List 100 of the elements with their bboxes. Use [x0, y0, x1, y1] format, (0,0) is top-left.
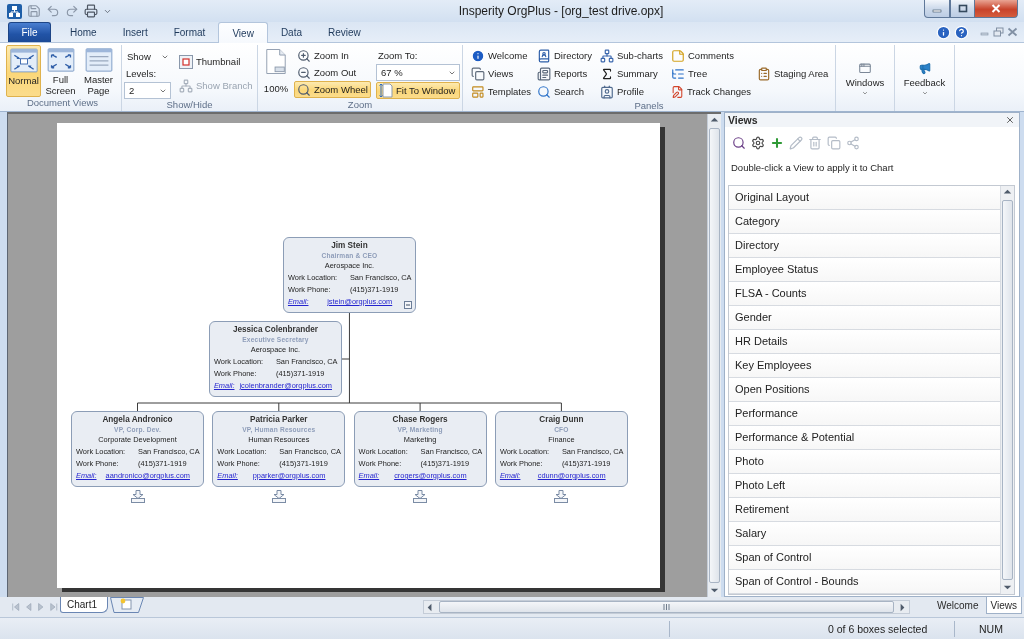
layout-icon	[471, 84, 485, 99]
zoom-in-icon	[297, 48, 311, 63]
clipboard-icon	[757, 66, 771, 81]
app-logo-icon	[7, 3, 22, 19]
levels-select[interactable]: 2	[124, 82, 171, 99]
save-icon[interactable]	[27, 4, 41, 18]
close-button[interactable]	[975, 0, 1018, 18]
expand-icon[interactable]	[413, 490, 428, 503]
contact-card-icon	[600, 84, 614, 99]
expand-icon[interactable]	[554, 490, 569, 503]
vertical-scrollbar[interactable]	[1000, 186, 1014, 594]
info-icon	[471, 48, 485, 63]
panel-button[interactable]: Summary	[597, 65, 668, 82]
caret-icon	[920, 89, 929, 96]
plus-icon[interactable]	[770, 135, 784, 150]
levels-label: Levels:	[125, 67, 157, 81]
close-icon[interactable]	[1007, 27, 1018, 37]
redo-icon[interactable]	[65, 4, 79, 18]
scrollbar-thumb[interactable]	[439, 601, 894, 613]
actual-size-button[interactable]: 100%	[260, 45, 292, 97]
fit-to-window-button[interactable]: Fit To Window	[376, 82, 460, 99]
selection-status: 0 of 6 boxes selected	[669, 620, 954, 637]
node-name: Angela Andronico	[101, 415, 174, 425]
help-icon[interactable]	[954, 24, 969, 40]
scrollbar-thumb[interactable]	[1002, 200, 1013, 580]
panel-tab[interactable]: Welcome	[932, 597, 984, 614]
ribbon-tab[interactable]: Review	[315, 22, 374, 42]
zoom-in-button[interactable]: Zoom In	[294, 47, 374, 64]
panel-button[interactable]: Staging Area	[754, 65, 832, 82]
undo-icon[interactable]	[46, 4, 60, 18]
collapse-icon[interactable]	[403, 301, 412, 309]
grip-icon	[663, 604, 670, 610]
panel-tab[interactable]: Views	[985, 597, 1022, 614]
group-label: Document Views	[25, 97, 100, 110]
newspaper-icon	[537, 66, 551, 81]
ribbon-tab[interactable]: View	[218, 22, 268, 43]
panel-button[interactable]: Tree	[668, 65, 754, 82]
caret-icon	[861, 89, 869, 96]
group-label: Zoom	[346, 99, 374, 111]
panel-button[interactable]: Comments	[668, 47, 754, 64]
num-lock-indicator: NUM	[954, 620, 1020, 637]
ribbon-tab[interactable]: Format	[160, 22, 219, 42]
panel-button[interactable]: Reports	[534, 65, 597, 82]
horizontal-scrollbar[interactable]	[423, 600, 910, 614]
sigma-icon	[600, 66, 614, 81]
panel-button[interactable]: Profile	[597, 83, 668, 100]
close-icon[interactable]	[1005, 115, 1015, 125]
file-menu-tab[interactable]: File	[8, 22, 51, 42]
sticky-note-icon	[671, 48, 685, 63]
ribbon-tab[interactable]: Data	[267, 22, 315, 42]
view-mode-button[interactable]: Master Page	[80, 45, 117, 97]
new-sheet-icon[interactable]	[110, 597, 144, 613]
node-name: Jim Stein	[330, 241, 369, 251]
expand-icon[interactable]	[271, 490, 286, 503]
vertical-scrollbar[interactable]	[707, 114, 721, 597]
tree-list-icon	[671, 66, 685, 81]
thumbnail-button[interactable]: Thumbnail	[176, 53, 256, 70]
ribbon-tab[interactable]: Insert	[109, 22, 161, 42]
view-mode-button[interactable]: Full Screen	[43, 45, 78, 97]
ribbon-tab[interactable]: Home	[57, 22, 110, 42]
scrollbar-thumb[interactable]	[709, 128, 720, 583]
zoom-out-icon	[297, 65, 311, 80]
panel-button[interactable]: Welcome	[468, 47, 534, 64]
group-label: Panels	[633, 100, 665, 112]
thumbnail-icon	[179, 54, 193, 69]
zoom-select[interactable]: 67 %	[376, 64, 460, 81]
page-pencil-icon	[671, 84, 684, 99]
zoom-out-button[interactable]: Zoom Out	[294, 64, 374, 81]
panel-button[interactable]: Sub-charts	[597, 47, 668, 64]
pages-icon	[471, 66, 485, 81]
feedback-button[interactable]: Feedback	[897, 45, 952, 97]
show-dropdown[interactable]: Show	[124, 48, 172, 65]
panel-title: Views	[728, 114, 758, 126]
page-fit-icon	[379, 83, 393, 98]
minimize-button[interactable]	[924, 0, 950, 18]
arrows-out-icon	[46, 48, 75, 72]
panel-button[interactable]: Track Changes	[668, 83, 754, 100]
restore-icon[interactable]	[993, 27, 1004, 37]
printer-icon[interactable]	[84, 4, 98, 18]
windows-button[interactable]: Windows	[838, 45, 892, 97]
sheet-tab[interactable]: Chart1	[60, 597, 108, 613]
node-name: Jessica Colenbrander	[231, 325, 319, 335]
arrows-in-icon	[9, 48, 38, 73]
search-icon[interactable]	[732, 135, 746, 150]
zoom-wheel-button[interactable]: Zoom Wheel	[294, 81, 371, 98]
window-title: Insperity OrgPlus - [org_test drive.opx]	[457, 4, 665, 18]
info-icon[interactable]	[936, 24, 951, 40]
panel-button[interactable]: Directory	[534, 47, 597, 64]
zoom-to-label: Zoom To:	[377, 49, 418, 63]
panel-button[interactable]: Views	[468, 65, 534, 82]
maximize-button[interactable]	[950, 0, 975, 18]
panel-button[interactable]: Templates	[468, 83, 534, 100]
node-name: Patricia Parker	[249, 415, 309, 425]
hierarchy-icon	[179, 78, 193, 93]
view-mode-button[interactable]: Normal	[6, 45, 41, 97]
gear-icon[interactable]	[751, 135, 765, 150]
close-icon	[991, 4, 1001, 13]
maximize-icon	[957, 4, 968, 13]
panel-button[interactable]: Search	[534, 83, 597, 100]
expand-icon[interactable]	[130, 490, 145, 503]
